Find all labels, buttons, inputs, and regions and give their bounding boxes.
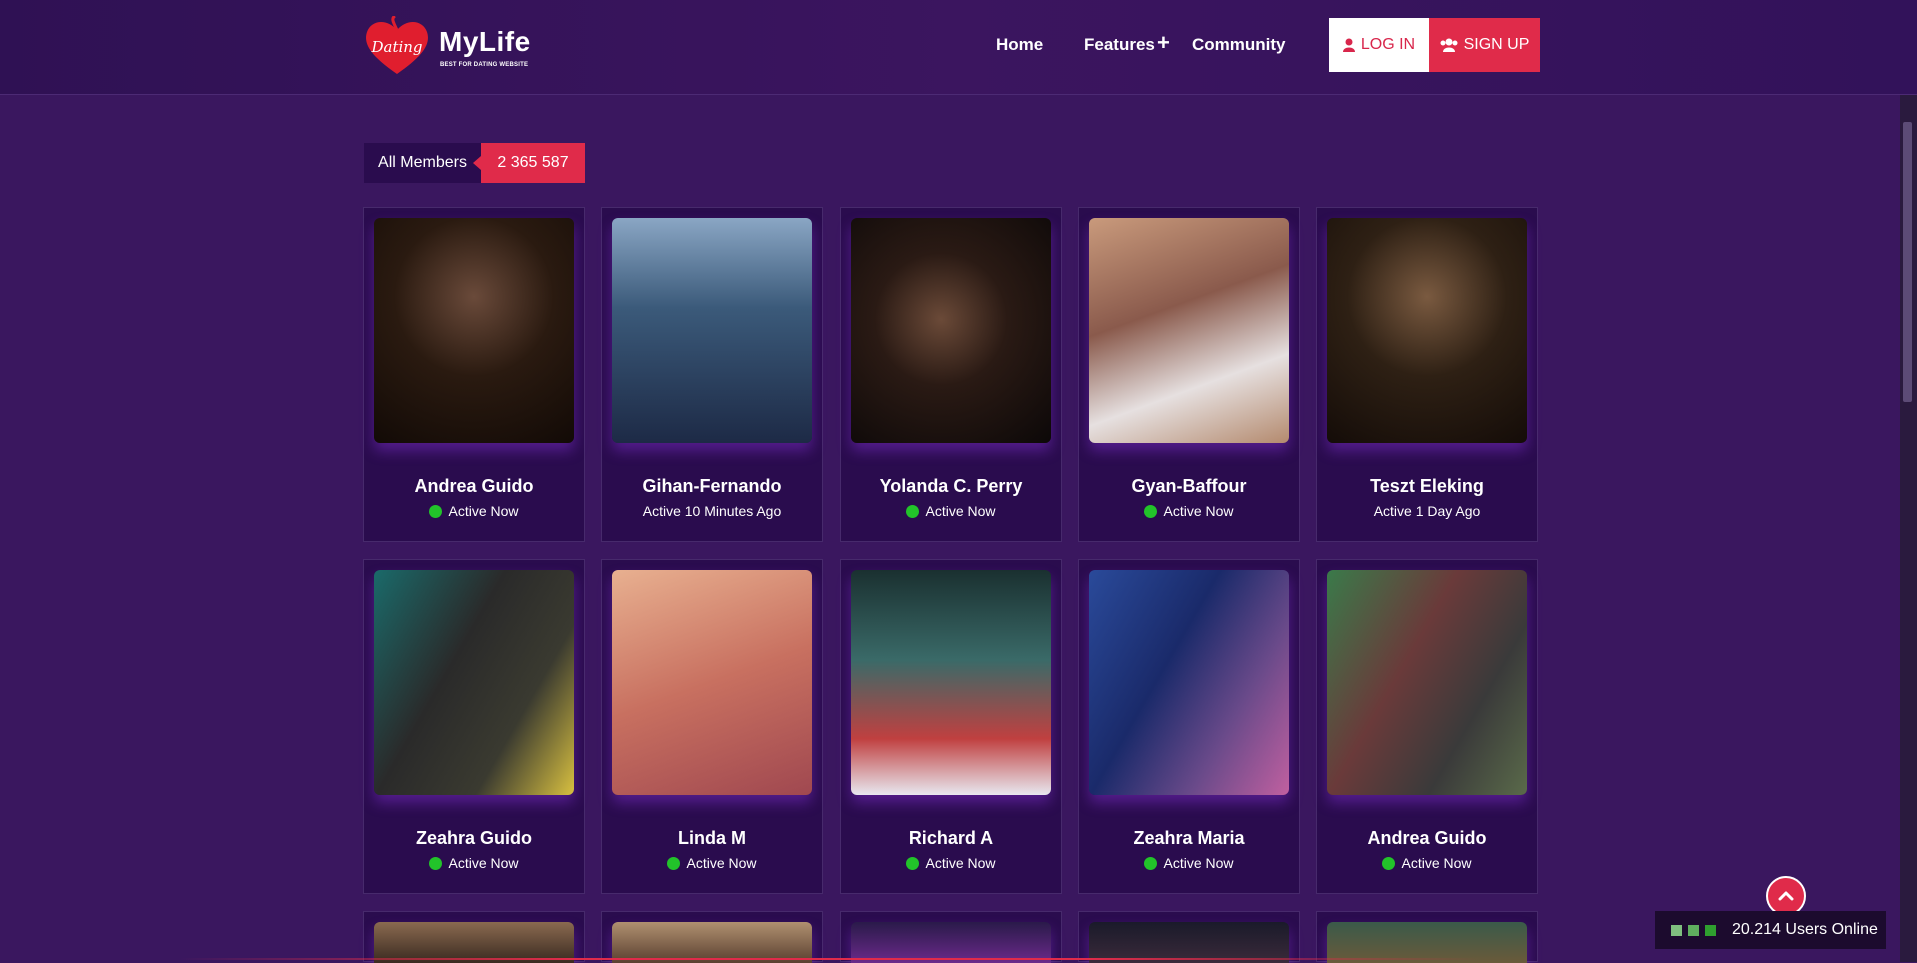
profile-name[interactable]: Andrea Guido [364, 476, 584, 497]
svg-text:Dating: Dating [370, 38, 422, 56]
features-plus-icon[interactable]: + [1157, 30, 1170, 56]
bottom-accent-line [180, 958, 1480, 960]
profile-name[interactable]: Gyan-Baffour [1079, 476, 1299, 497]
nav-features[interactable]: Features [1084, 35, 1155, 55]
user-icon [1342, 38, 1355, 52]
profile-photo[interactable] [1089, 218, 1289, 443]
profile-status-text: Active 10 Minutes Ago [642, 503, 782, 519]
profile-photo[interactable] [612, 922, 812, 963]
online-indicator-icon [906, 856, 920, 870]
profile-photo[interactable] [851, 570, 1051, 795]
members-count-badge: 2 365 587 [473, 143, 585, 183]
profile-card[interactable] [840, 911, 1062, 963]
profile-card[interactable] [1316, 911, 1538, 963]
profile-status: Active Now [1079, 855, 1299, 871]
profile-status: Active Now [841, 503, 1061, 519]
signup-label: SIGN UP [1463, 36, 1530, 53]
users-online-widget: 20.214 Users Online [1655, 911, 1886, 949]
nav-community[interactable]: Community [1192, 35, 1286, 55]
profile-status-text: Active Now [925, 855, 996, 871]
profile-card[interactable]: Linda M Active Now [601, 559, 823, 894]
profile-card[interactable]: Andrea Guido Active Now [1316, 559, 1538, 894]
login-button[interactable]: LOG IN [1329, 18, 1429, 72]
profile-status-text: Active 1 Day Ago [1373, 503, 1481, 519]
profile-name[interactable]: Linda M [602, 828, 822, 849]
nav-home[interactable]: Home [996, 35, 1043, 55]
online-indicator-icon [906, 504, 920, 518]
profile-photo[interactable] [1327, 570, 1527, 795]
all-members-label[interactable]: All Members [364, 143, 481, 183]
profile-name[interactable]: Yolanda C. Perry [841, 476, 1061, 497]
profile-photo[interactable] [612, 570, 812, 795]
profile-card[interactable]: Zeahra Maria Active Now [1078, 559, 1300, 894]
online-indicator-icon [1382, 856, 1396, 870]
profile-card[interactable]: Yolanda C. Perry Active Now [840, 207, 1062, 542]
online-bar-icon [1671, 924, 1682, 936]
profile-card[interactable] [363, 911, 585, 963]
profile-photo[interactable] [374, 570, 574, 795]
profile-status: Active Now [602, 855, 822, 871]
profile-name[interactable]: Teszt Eleking [1317, 476, 1537, 497]
profile-card[interactable]: Gyan-Baffour Active Now [1078, 207, 1300, 542]
brand-tagline: BEST FOR DATING WEBSITE [440, 62, 529, 68]
profile-status-text: Active Now [925, 503, 996, 519]
online-indicator-icon [429, 856, 443, 870]
users-online-text: 20.214 Users Online [1732, 921, 1878, 938]
profile-status: Active Now [364, 855, 584, 871]
profile-card[interactable] [601, 911, 823, 963]
users-icon [1440, 38, 1458, 52]
login-label: LOG IN [1360, 36, 1416, 53]
profile-name[interactable]: Richard A [841, 828, 1061, 849]
online-indicator-icon [667, 856, 681, 870]
profile-status: Active Now [364, 503, 584, 519]
profile-photo[interactable] [851, 218, 1051, 443]
online-indicator-icon [1144, 856, 1158, 870]
profile-name[interactable]: Zeahra Maria [1079, 828, 1299, 849]
profile-status: Active Now [1079, 503, 1299, 519]
profile-photo[interactable] [612, 218, 812, 443]
profile-status: Active Now [841, 855, 1061, 871]
profile-card[interactable]: Gihan-Fernando Active 10 Minutes Ago [601, 207, 823, 542]
profile-status: Active 1 Day Ago [1317, 503, 1537, 519]
profile-status: Active Now [1317, 855, 1537, 871]
online-indicator-icon [429, 504, 443, 518]
online-bar-icon [1705, 924, 1716, 936]
profile-photo[interactable] [1327, 922, 1527, 963]
heart-logo-icon: Dating [366, 16, 428, 74]
profile-card[interactable]: Richard A Active Now [840, 559, 1062, 894]
site-logo[interactable]: Dating MyLife BEST FOR DATING WEBSITE [363, 14, 533, 78]
profile-card[interactable]: Teszt Eleking Active 1 Day Ago [1316, 207, 1538, 542]
profile-photo[interactable] [374, 922, 574, 963]
scrollbar-thumb[interactable] [1903, 122, 1912, 402]
profile-status: Active 10 Minutes Ago [602, 503, 822, 519]
profile-photo[interactable] [374, 218, 574, 443]
brand-name: MyLife [439, 26, 531, 57]
profile-card[interactable]: Andrea Guido Active Now [363, 207, 585, 542]
chevron-up-icon [1778, 891, 1794, 901]
profile-card[interactable]: Zeahra Guido Active Now [363, 559, 585, 894]
site-header: Dating MyLife BEST FOR DATING WEBSITE Ho… [0, 0, 1917, 95]
profile-name[interactable]: Gihan-Fernando [602, 476, 822, 497]
profile-photo[interactable] [1089, 570, 1289, 795]
profile-status-text: Active Now [448, 855, 519, 871]
online-bar-icon [1688, 924, 1699, 936]
profile-name[interactable]: Zeahra Guido [364, 828, 584, 849]
profile-status-text: Active Now [686, 855, 757, 871]
profile-photo[interactable] [1327, 218, 1527, 443]
profile-name[interactable]: Andrea Guido [1317, 828, 1537, 849]
scroll-to-top-button[interactable] [1766, 876, 1806, 916]
profile-photo[interactable] [1089, 922, 1289, 963]
profile-status-text: Active Now [448, 503, 519, 519]
profile-photo[interactable] [851, 922, 1051, 963]
profile-status-text: Active Now [1163, 503, 1234, 519]
signup-button[interactable]: SIGN UP [1429, 18, 1540, 72]
profile-status-text: Active Now [1163, 855, 1234, 871]
online-indicator-icon [1144, 504, 1158, 518]
profile-card[interactable] [1078, 911, 1300, 963]
profile-status-text: Active Now [1401, 855, 1472, 871]
